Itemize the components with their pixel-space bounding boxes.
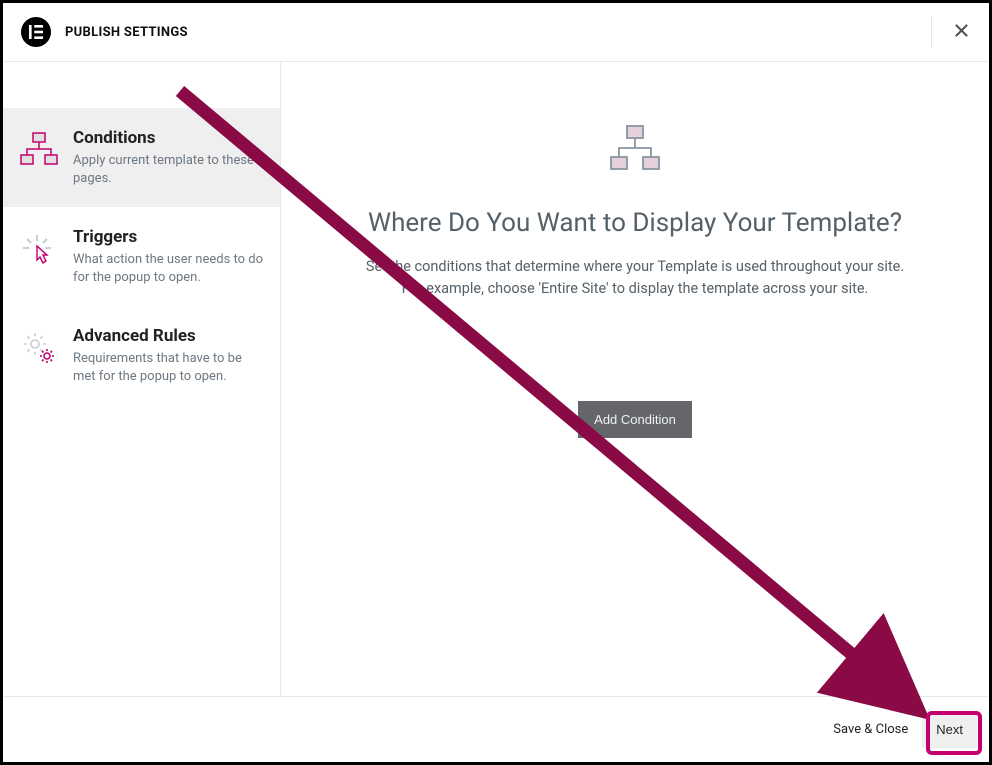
dialog-title: PUBLISH SETTINGS — [65, 25, 188, 40]
sidebar-item-advanced-rules[interactable]: Advanced Rules Requirements that have to… — [3, 306, 280, 405]
sidebar-item-title: Triggers — [73, 227, 266, 247]
gears-icon — [19, 330, 59, 385]
dialog-body: Conditions Apply current template to the… — [3, 62, 989, 696]
sitemap-hero-icon — [606, 124, 664, 176]
sidebar-item-title: Conditions — [73, 128, 266, 148]
sidebar-item-title: Advanced Rules — [73, 326, 266, 346]
click-icon — [19, 231, 59, 286]
sitemap-icon — [19, 132, 59, 187]
close-icon — [954, 23, 969, 42]
sidebar: Conditions Apply current template to the… — [3, 62, 281, 696]
sidebar-item-conditions[interactable]: Conditions Apply current template to the… — [3, 108, 280, 207]
dialog-footer: Save & Close Next — [3, 696, 989, 762]
add-condition-button[interactable]: Add Condition — [578, 401, 692, 438]
close-button[interactable] — [931, 16, 974, 48]
main-subtitle: Set the conditions that determine where … — [366, 256, 904, 301]
next-button[interactable]: Next — [922, 711, 977, 748]
elementor-logo-icon — [21, 17, 51, 47]
publish-settings-dialog: PUBLISH SETTINGS Conditions — [3, 3, 989, 762]
main-content: Where Do You Want to Display Your Templa… — [281, 62, 989, 696]
save-and-close-link[interactable]: Save & Close — [833, 722, 908, 737]
main-heading: Where Do You Want to Display Your Templa… — [368, 208, 902, 238]
sidebar-item-desc: What action the user needs to do for the… — [73, 251, 266, 286]
dialog-header: PUBLISH SETTINGS — [3, 3, 989, 62]
sidebar-item-desc: Apply current template to these pages. — [73, 152, 266, 187]
sidebar-item-triggers[interactable]: Triggers What action the user needs to d… — [3, 207, 280, 306]
sidebar-item-desc: Requirements that have to be met for the… — [73, 350, 266, 385]
